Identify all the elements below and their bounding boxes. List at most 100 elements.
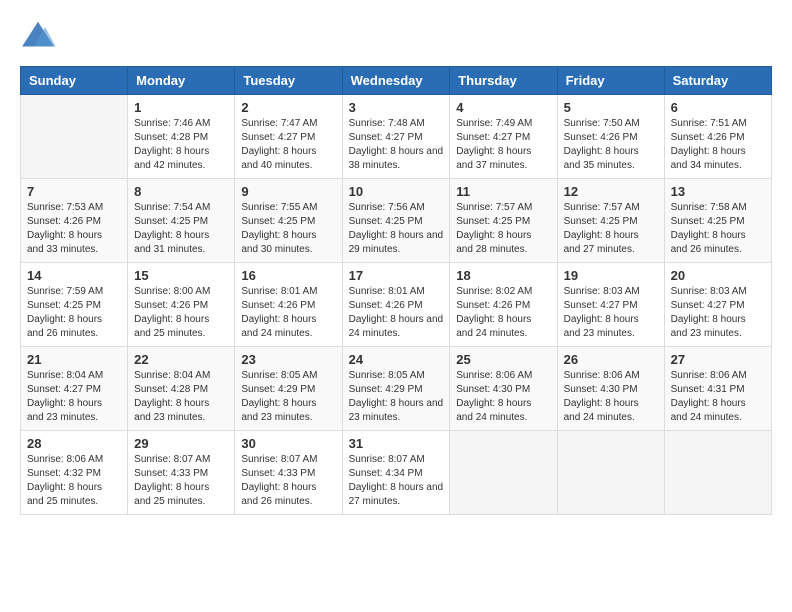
calendar-cell: 19 Sunrise: 8:03 AMSunset: 4:27 PMDaylig… bbox=[557, 263, 664, 347]
day-number: 14 bbox=[27, 268, 121, 283]
day-number: 29 bbox=[134, 436, 228, 451]
calendar-cell: 15 Sunrise: 8:00 AMSunset: 4:26 PMDaylig… bbox=[128, 263, 235, 347]
day-number: 16 bbox=[241, 268, 335, 283]
calendar-cell: 9 Sunrise: 7:55 AMSunset: 4:25 PMDayligh… bbox=[235, 179, 342, 263]
day-detail: Sunrise: 7:50 AMSunset: 4:26 PMDaylight:… bbox=[564, 117, 658, 173]
day-number: 6 bbox=[671, 100, 765, 115]
day-detail: Sunrise: 7:53 AMSunset: 4:26 PMDaylight:… bbox=[27, 201, 121, 257]
day-number: 9 bbox=[241, 184, 335, 199]
day-number: 15 bbox=[134, 268, 228, 283]
day-detail: Sunrise: 7:46 AMSunset: 4:28 PMDaylight:… bbox=[134, 117, 228, 173]
day-detail: Sunrise: 7:47 AMSunset: 4:27 PMDaylight:… bbox=[241, 117, 335, 173]
calendar-cell bbox=[664, 431, 771, 515]
calendar-cell: 24 Sunrise: 8:05 AMSunset: 4:29 PMDaylig… bbox=[342, 347, 450, 431]
calendar-cell: 1 Sunrise: 7:46 AMSunset: 4:28 PMDayligh… bbox=[128, 95, 235, 179]
calendar-week-row: 1 Sunrise: 7:46 AMSunset: 4:28 PMDayligh… bbox=[21, 95, 772, 179]
day-number: 21 bbox=[27, 352, 121, 367]
calendar-cell: 17 Sunrise: 8:01 AMSunset: 4:26 PMDaylig… bbox=[342, 263, 450, 347]
day-detail: Sunrise: 7:54 AMSunset: 4:25 PMDaylight:… bbox=[134, 201, 228, 257]
col-header-sunday: Sunday bbox=[21, 67, 128, 95]
col-header-wednesday: Wednesday bbox=[342, 67, 450, 95]
day-number: 3 bbox=[349, 100, 444, 115]
calendar-cell: 16 Sunrise: 8:01 AMSunset: 4:26 PMDaylig… bbox=[235, 263, 342, 347]
col-header-friday: Friday bbox=[557, 67, 664, 95]
day-number: 24 bbox=[349, 352, 444, 367]
day-number: 1 bbox=[134, 100, 228, 115]
day-number: 27 bbox=[671, 352, 765, 367]
calendar-cell: 23 Sunrise: 8:05 AMSunset: 4:29 PMDaylig… bbox=[235, 347, 342, 431]
day-detail: Sunrise: 7:59 AMSunset: 4:25 PMDaylight:… bbox=[27, 285, 121, 341]
day-detail: Sunrise: 7:56 AMSunset: 4:25 PMDaylight:… bbox=[349, 201, 444, 257]
day-detail: Sunrise: 7:57 AMSunset: 4:25 PMDaylight:… bbox=[456, 201, 550, 257]
calendar-cell: 20 Sunrise: 8:03 AMSunset: 4:27 PMDaylig… bbox=[664, 263, 771, 347]
day-number: 11 bbox=[456, 184, 550, 199]
day-number: 25 bbox=[456, 352, 550, 367]
day-number: 4 bbox=[456, 100, 550, 115]
calendar-cell bbox=[450, 431, 557, 515]
day-detail: Sunrise: 8:06 AMSunset: 4:30 PMDaylight:… bbox=[456, 369, 550, 425]
day-detail: Sunrise: 7:51 AMSunset: 4:26 PMDaylight:… bbox=[671, 117, 765, 173]
day-detail: Sunrise: 8:01 AMSunset: 4:26 PMDaylight:… bbox=[349, 285, 444, 341]
day-detail: Sunrise: 7:57 AMSunset: 4:25 PMDaylight:… bbox=[564, 201, 658, 257]
calendar-cell: 29 Sunrise: 8:07 AMSunset: 4:33 PMDaylig… bbox=[128, 431, 235, 515]
calendar-cell: 21 Sunrise: 8:04 AMSunset: 4:27 PMDaylig… bbox=[21, 347, 128, 431]
day-detail: Sunrise: 7:49 AMSunset: 4:27 PMDaylight:… bbox=[456, 117, 550, 173]
day-number: 26 bbox=[564, 352, 658, 367]
day-detail: Sunrise: 8:06 AMSunset: 4:31 PMDaylight:… bbox=[671, 369, 765, 425]
day-detail: Sunrise: 7:58 AMSunset: 4:25 PMDaylight:… bbox=[671, 201, 765, 257]
calendar-cell bbox=[21, 95, 128, 179]
day-number: 7 bbox=[27, 184, 121, 199]
calendar-week-row: 7 Sunrise: 7:53 AMSunset: 4:26 PMDayligh… bbox=[21, 179, 772, 263]
day-detail: Sunrise: 8:05 AMSunset: 4:29 PMDaylight:… bbox=[241, 369, 335, 425]
col-header-monday: Monday bbox=[128, 67, 235, 95]
day-number: 31 bbox=[349, 436, 444, 451]
calendar-cell: 22 Sunrise: 8:04 AMSunset: 4:28 PMDaylig… bbox=[128, 347, 235, 431]
day-detail: Sunrise: 8:07 AMSunset: 4:34 PMDaylight:… bbox=[349, 453, 444, 509]
col-header-thursday: Thursday bbox=[450, 67, 557, 95]
calendar-cell: 3 Sunrise: 7:48 AMSunset: 4:27 PMDayligh… bbox=[342, 95, 450, 179]
calendar-cell: 28 Sunrise: 8:06 AMSunset: 4:32 PMDaylig… bbox=[21, 431, 128, 515]
calendar-table: SundayMondayTuesdayWednesdayThursdayFrid… bbox=[20, 66, 772, 515]
calendar-cell: 8 Sunrise: 7:54 AMSunset: 4:25 PMDayligh… bbox=[128, 179, 235, 263]
day-detail: Sunrise: 8:06 AMSunset: 4:32 PMDaylight:… bbox=[27, 453, 121, 509]
calendar-cell: 10 Sunrise: 7:56 AMSunset: 4:25 PMDaylig… bbox=[342, 179, 450, 263]
calendar-cell: 27 Sunrise: 8:06 AMSunset: 4:31 PMDaylig… bbox=[664, 347, 771, 431]
day-detail: Sunrise: 8:06 AMSunset: 4:30 PMDaylight:… bbox=[564, 369, 658, 425]
logo bbox=[20, 20, 60, 50]
day-detail: Sunrise: 8:07 AMSunset: 4:33 PMDaylight:… bbox=[134, 453, 228, 509]
day-number: 10 bbox=[349, 184, 444, 199]
calendar-cell: 7 Sunrise: 7:53 AMSunset: 4:26 PMDayligh… bbox=[21, 179, 128, 263]
calendar-cell: 18 Sunrise: 8:02 AMSunset: 4:26 PMDaylig… bbox=[450, 263, 557, 347]
day-number: 5 bbox=[564, 100, 658, 115]
calendar-header-row: SundayMondayTuesdayWednesdayThursdayFrid… bbox=[21, 67, 772, 95]
day-number: 17 bbox=[349, 268, 444, 283]
calendar-cell: 4 Sunrise: 7:49 AMSunset: 4:27 PMDayligh… bbox=[450, 95, 557, 179]
day-detail: Sunrise: 8:05 AMSunset: 4:29 PMDaylight:… bbox=[349, 369, 444, 425]
col-header-saturday: Saturday bbox=[664, 67, 771, 95]
calendar-cell: 13 Sunrise: 7:58 AMSunset: 4:25 PMDaylig… bbox=[664, 179, 771, 263]
day-number: 28 bbox=[27, 436, 121, 451]
day-detail: Sunrise: 8:04 AMSunset: 4:28 PMDaylight:… bbox=[134, 369, 228, 425]
day-detail: Sunrise: 8:03 AMSunset: 4:27 PMDaylight:… bbox=[671, 285, 765, 341]
calendar-cell: 25 Sunrise: 8:06 AMSunset: 4:30 PMDaylig… bbox=[450, 347, 557, 431]
calendar-cell: 31 Sunrise: 8:07 AMSunset: 4:34 PMDaylig… bbox=[342, 431, 450, 515]
logo-icon bbox=[20, 20, 56, 50]
day-detail: Sunrise: 7:48 AMSunset: 4:27 PMDaylight:… bbox=[349, 117, 444, 173]
day-detail: Sunrise: 8:00 AMSunset: 4:26 PMDaylight:… bbox=[134, 285, 228, 341]
col-header-tuesday: Tuesday bbox=[235, 67, 342, 95]
calendar-cell: 30 Sunrise: 8:07 AMSunset: 4:33 PMDaylig… bbox=[235, 431, 342, 515]
day-number: 30 bbox=[241, 436, 335, 451]
day-detail: Sunrise: 8:07 AMSunset: 4:33 PMDaylight:… bbox=[241, 453, 335, 509]
calendar-cell: 14 Sunrise: 7:59 AMSunset: 4:25 PMDaylig… bbox=[21, 263, 128, 347]
calendar-week-row: 14 Sunrise: 7:59 AMSunset: 4:25 PMDaylig… bbox=[21, 263, 772, 347]
calendar-cell: 5 Sunrise: 7:50 AMSunset: 4:26 PMDayligh… bbox=[557, 95, 664, 179]
calendar-week-row: 21 Sunrise: 8:04 AMSunset: 4:27 PMDaylig… bbox=[21, 347, 772, 431]
day-number: 20 bbox=[671, 268, 765, 283]
day-number: 13 bbox=[671, 184, 765, 199]
day-detail: Sunrise: 7:55 AMSunset: 4:25 PMDaylight:… bbox=[241, 201, 335, 257]
calendar-cell bbox=[557, 431, 664, 515]
calendar-cell: 11 Sunrise: 7:57 AMSunset: 4:25 PMDaylig… bbox=[450, 179, 557, 263]
day-detail: Sunrise: 8:03 AMSunset: 4:27 PMDaylight:… bbox=[564, 285, 658, 341]
day-number: 18 bbox=[456, 268, 550, 283]
calendar-cell: 26 Sunrise: 8:06 AMSunset: 4:30 PMDaylig… bbox=[557, 347, 664, 431]
